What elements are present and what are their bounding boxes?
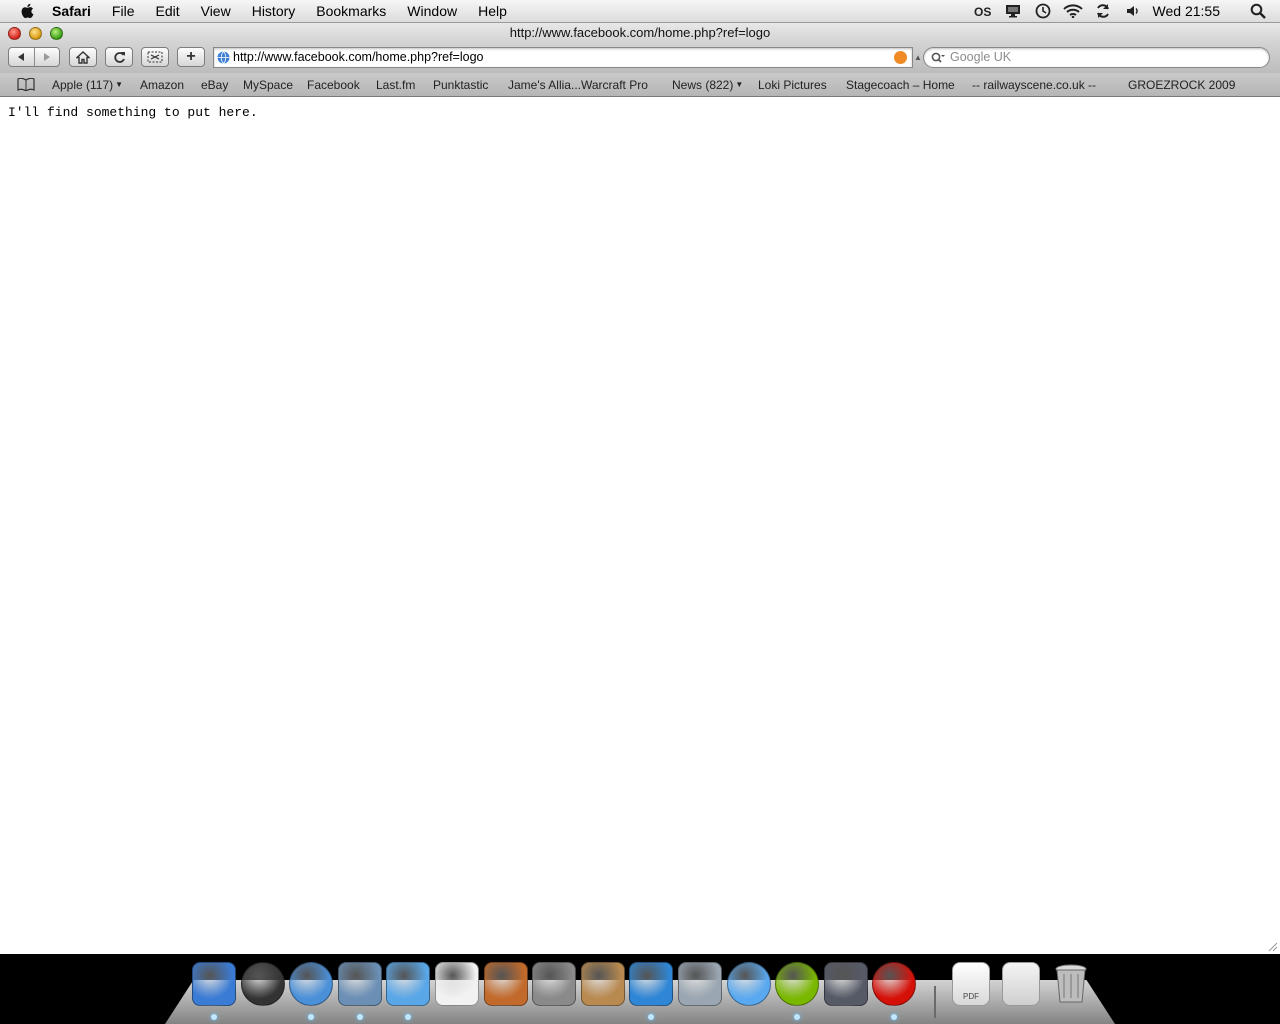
chevron-down-icon: ▼	[735, 80, 744, 89]
volume-icon[interactable]	[1123, 2, 1143, 20]
menu-file[interactable]: File	[112, 3, 135, 19]
show-all-bookmarks-icon[interactable]	[17, 78, 35, 91]
reload-button[interactable]	[105, 47, 133, 67]
wifi-icon[interactable]	[1062, 2, 1083, 20]
documents-stack-icon[interactable]	[1002, 962, 1040, 1006]
mail-icon[interactable]	[338, 962, 382, 1006]
running-indicator	[891, 1014, 897, 1020]
trash-can-graphic	[1055, 964, 1087, 1003]
menu-bookmarks[interactable]: Bookmarks	[316, 3, 386, 19]
bookmark-item[interactable]: MySpace	[243, 78, 293, 92]
address-bar[interactable]: http://www.facebook.com/home.php?ref=log…	[213, 47, 913, 68]
pdf-label: PDF	[963, 992, 979, 1001]
bookmark-item[interactable]: Loki Pictures	[758, 78, 827, 92]
dock-separator	[934, 986, 936, 1018]
home-icon	[76, 50, 90, 64]
menu-history[interactable]: History	[252, 3, 296, 19]
messenger-icon[interactable]	[629, 962, 673, 1006]
running-indicator	[211, 1014, 217, 1020]
bookmark-item[interactable]: Jame's Allia...Warcraft Pro	[508, 78, 648, 92]
sync-icon[interactable]	[1093, 2, 1113, 20]
bookmark-item[interactable]: News (822) ▼	[672, 78, 743, 92]
search-field[interactable]: Google UK	[923, 47, 1270, 68]
system-preferences-icon[interactable]	[532, 962, 576, 1006]
bookmark-item[interactable]: Stagecoach – Home	[846, 78, 955, 92]
spotlight-icon[interactable]	[1250, 3, 1266, 19]
web-content: I'll find something to put here.	[0, 97, 1280, 954]
safari-icon[interactable]	[289, 962, 333, 1006]
zoom-window-button[interactable]	[50, 27, 63, 40]
window-title: http://www.facebook.com/home.php?ref=log…	[0, 23, 1280, 43]
bookmark-item[interactable]: Last.fm	[376, 78, 415, 92]
bookmark-item[interactable]: eBay	[201, 78, 228, 92]
page-body-text: I'll find something to put here.	[8, 105, 258, 120]
bookmark-item[interactable]: Amazon	[140, 78, 184, 92]
menu-clock[interactable]: Wed 21:55	[1153, 3, 1220, 19]
bookmark-item[interactable]: -- railwayscene.co.uk --	[972, 78, 1096, 92]
bookmark-label: News (822)	[672, 78, 734, 92]
display-icon[interactable]	[1003, 2, 1023, 20]
chevron-down-icon: ▼	[115, 80, 124, 89]
back-button[interactable]	[9, 48, 35, 66]
iphoto-icon[interactable]	[484, 962, 528, 1006]
scissors-icon	[147, 51, 163, 63]
search-placeholder: Google UK	[950, 50, 1012, 64]
trash-icon[interactable]	[1052, 962, 1090, 1006]
itunes-icon[interactable]	[386, 962, 430, 1006]
svg-text:OS: OS	[974, 5, 991, 17]
resize-grip-icon[interactable]	[1267, 941, 1278, 952]
running-indicator	[648, 1014, 654, 1020]
ical-icon[interactable]	[435, 962, 479, 1006]
site-globe-icon	[217, 51, 230, 64]
bookmark-item[interactable]: Facebook	[307, 78, 360, 92]
preview-icon[interactable]	[581, 962, 625, 1006]
spotify-icon[interactable]	[775, 962, 819, 1006]
address-dropdown-icon[interactable]: ▲	[914, 53, 922, 62]
search-icon	[931, 52, 945, 63]
back-arrow-icon	[18, 53, 25, 61]
lastfm-app-icon[interactable]	[872, 962, 916, 1006]
menu-bar: Safari File Edit View History Bookmarks …	[0, 0, 1280, 23]
script-editor-icon[interactable]	[824, 962, 868, 1006]
forward-button[interactable]	[35, 48, 60, 66]
browser-toolbar: + http://www.facebook.com/home.php?ref=l…	[0, 43, 1280, 73]
bookmark-item[interactable]: GROEZROCK 2009	[1128, 78, 1235, 92]
minimize-window-button[interactable]	[29, 27, 42, 40]
running-indicator	[405, 1014, 411, 1020]
time-machine-icon[interactable]	[1033, 2, 1053, 20]
forward-arrow-icon	[43, 53, 50, 61]
close-window-button[interactable]	[8, 27, 21, 40]
url-text[interactable]: http://www.facebook.com/home.php?ref=log…	[233, 50, 484, 64]
running-indicator	[794, 1014, 800, 1020]
web-clip-button[interactable]	[141, 47, 169, 67]
menu-window[interactable]: Window	[407, 3, 457, 19]
dashboard-icon[interactable]	[241, 962, 285, 1006]
navigation-buttons	[8, 47, 60, 67]
pdf-document-icon[interactable]: PDF	[952, 962, 990, 1006]
finder-icon[interactable]	[192, 962, 236, 1006]
home-button[interactable]	[69, 47, 97, 67]
app-menu-safari[interactable]: Safari	[52, 3, 91, 19]
add-bookmark-button[interactable]: +	[177, 47, 205, 67]
reload-in-field-icon[interactable]	[894, 51, 907, 64]
photo-booth-icon[interactable]	[678, 962, 722, 1006]
menu-edit[interactable]: Edit	[155, 3, 179, 19]
menu-help[interactable]: Help	[478, 3, 507, 19]
running-indicator	[308, 1014, 314, 1020]
menu-view[interactable]: View	[201, 3, 231, 19]
ichat-icon[interactable]	[727, 962, 771, 1006]
bookmark-label: Apple (117)	[52, 78, 114, 92]
lastfm-icon[interactable]: OS	[973, 2, 993, 20]
apple-menu-icon[interactable]	[20, 3, 34, 19]
bookmark-item[interactable]: Punktastic	[433, 78, 488, 92]
running-indicator	[357, 1014, 363, 1020]
bookmark-item[interactable]: Apple (117) ▼	[52, 78, 123, 92]
reload-icon	[113, 51, 125, 63]
bookmarks-bar: Apple (117) ▼ Amazon eBay MySpace Faceboo…	[0, 73, 1280, 97]
